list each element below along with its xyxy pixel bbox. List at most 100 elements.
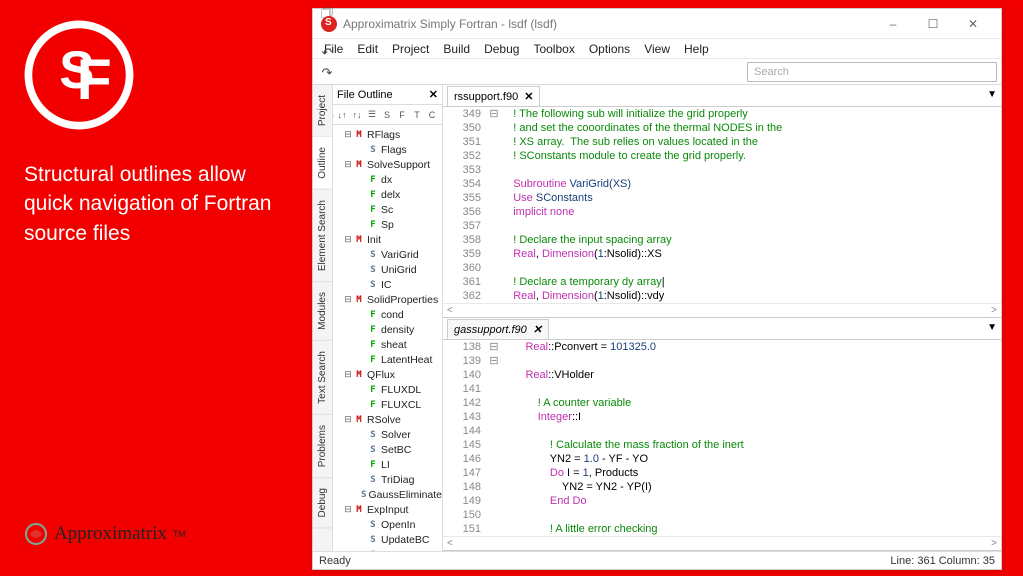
side-tab-element-search[interactable]: Element Search [313,190,332,282]
line-numbers: 3493503513523533543553563573583593603613… [443,107,487,303]
tree-node-ic[interactable]: SIC [333,277,442,292]
minimize-button[interactable]: – [873,11,913,37]
outline-tool[interactable]: T [410,107,424,123]
tree-node-gausseliminate[interactable]: SGaussEliminate [333,487,442,502]
type-F-icon: F [367,399,379,411]
tree-node-unigrid[interactable]: SUniGrid [333,262,442,277]
outline-tool[interactable]: C [425,107,439,123]
tree-label: IC [381,279,392,291]
file-tab-active[interactable]: rssupport.f90 ✕ [447,86,540,106]
tree-node-density[interactable]: Fdensity [333,322,442,337]
menu-help[interactable]: Help [677,40,716,58]
type-S-icon: S [361,489,366,501]
app-window: Approximatrix Simply Fortran - lsdf (lsd… [312,8,1002,570]
tree-node-fluxcl[interactable]: FFLUXCL [333,397,442,412]
tree-node-tridiag[interactable]: STriDiag [333,472,442,487]
fold-column[interactable]: ⊟⊟ [487,340,501,536]
tree-node-init[interactable]: ⊟MInit [333,232,442,247]
tree-node-sheat[interactable]: Fsheat [333,337,442,352]
tree-node-openin[interactable]: SOpenIn [333,517,442,532]
tree-node-sc[interactable]: FSc [333,202,442,217]
tree-toggle-icon[interactable]: ⊟ [343,504,353,515]
type-M-icon: M [353,504,365,516]
tree-node-qflux[interactable]: ⊟MQFlux [333,367,442,382]
tree-node-latentheat[interactable]: FLatentHeat [333,352,442,367]
tab-filename: rssupport.f90 [454,91,518,103]
tree-node-varigrid[interactable]: SVariGrid [333,247,442,262]
tree-toggle-icon[interactable]: ⊟ [343,129,353,140]
horizontal-scrollbar[interactable]: <> [443,303,1001,317]
outline-tool[interactable]: F [395,107,409,123]
type-S-icon: S [367,444,379,456]
code-content[interactable]: ! The following sub will initialize the … [501,107,1001,303]
tree-label: TriDiag [381,474,414,486]
outline-tool[interactable]: ↑↓ [350,107,364,123]
outline-tool[interactable]: ☰ [365,107,379,123]
tree-node-rflags[interactable]: ⊟MRFlags [333,127,442,142]
tab-close-icon[interactable]: ✕ [533,323,542,336]
side-tab-text-search[interactable]: Text Search [313,341,332,415]
editor-pane-2: gassupport.f90 ✕ ▼ 138139140141142143144… [443,318,1001,551]
tree-node-flags[interactable]: SFlags [333,142,442,157]
side-tab-debug[interactable]: Debug [313,478,332,528]
tree-node-updatebc[interactable]: SUpdateBC [333,532,442,547]
maximize-button[interactable]: ☐ [913,11,953,37]
horizontal-scrollbar[interactable]: <> [443,536,1001,550]
outline-tool[interactable]: ↓↑ [335,107,349,123]
tree-label: cond [381,309,404,321]
tree-node-solidproperties[interactable]: ⊟MSolidProperties [333,292,442,307]
tree-node-li[interactable]: FLI [333,457,442,472]
type-S-icon: S [367,519,379,531]
tree-label: SetBC [381,444,411,456]
menu-debug[interactable]: Debug [477,40,526,58]
fold-column[interactable]: ⊟ [487,107,501,303]
tree-toggle-icon[interactable]: ⊟ [343,234,353,245]
side-tab-problems[interactable]: Problems [313,415,332,478]
tree-node-solver[interactable]: SSolver [333,427,442,442]
tree-label: LI [381,459,390,471]
outline-close-icon[interactable]: ✕ [429,88,438,101]
tree-node-expinput[interactable]: ⊟MExpInput [333,502,442,517]
file-tab-inactive[interactable]: gassupport.f90 ✕ [447,319,549,339]
code-view-1[interactable]: 3493503513523533543553563573583593603613… [443,107,1001,303]
close-button[interactable]: ✕ [953,11,993,37]
toolbar-button-8[interactable]: ↷ [317,63,337,83]
tree-node-sp[interactable]: FSp [333,217,442,232]
type-F-icon: F [367,384,379,396]
editor-area: rssupport.f90 ✕ ▼ 3493503513523533543553… [443,85,1001,551]
menu-options[interactable]: Options [582,40,637,58]
tree-node-rsolve[interactable]: ⊟MRSolve [333,412,442,427]
menu-view[interactable]: View [637,40,677,58]
tree-node-solvesupport[interactable]: ⊟MSolveSupport [333,157,442,172]
toolbar-button-7[interactable]: ↶ [317,43,337,63]
menu-project[interactable]: Project [385,40,436,58]
tab-close-icon[interactable]: ✕ [524,90,533,103]
menu-edit[interactable]: Edit [350,40,385,58]
menu-toolbox[interactable]: Toolbox [526,40,581,58]
outline-tree[interactable]: ⊟MRFlagsSFlags⊟MSolveSupportFdxFdelxFScF… [333,125,442,551]
search-input[interactable]: Search [747,62,997,82]
tree-node-setbc[interactable]: SSetBC [333,442,442,457]
tree-toggle-icon[interactable]: ⊟ [343,159,353,170]
type-F-icon: F [367,309,379,321]
side-tab-outline[interactable]: Outline [313,137,332,190]
tree-toggle-icon[interactable]: ⊟ [343,369,353,380]
toolbar: ⊕↓🗎💾✕✎🗐🗇↶↷🔧⇩⚙▶·✧⚡ Search [313,59,1001,85]
menu-build[interactable]: Build [436,40,477,58]
tree-toggle-icon[interactable]: ⊟ [343,294,353,305]
tree-toggle-icon[interactable]: ⊟ [343,414,353,425]
tab-dropdown-icon[interactable]: ▼ [987,322,997,333]
side-tab-project[interactable]: Project [313,85,332,137]
side-tab-modules[interactable]: Modules [313,282,332,341]
tab-dropdown-icon[interactable]: ▼ [987,89,997,100]
outline-tool[interactable]: S [380,107,394,123]
tab-row-2: gassupport.f90 ✕ ▼ [443,318,1001,340]
type-M-icon: M [353,159,365,171]
tree-label: RFlags [367,129,400,141]
tree-node-dx[interactable]: Fdx [333,172,442,187]
tree-node-fluxdl[interactable]: FFLUXDL [333,382,442,397]
tree-node-delx[interactable]: Fdelx [333,187,442,202]
code-content[interactable]: Real::Pconvert = 101325.0 Real::VHolder … [501,340,1001,536]
tree-node-cond[interactable]: Fcond [333,307,442,322]
code-view-2[interactable]: 1381391401411421431441451461471481491501… [443,340,1001,536]
